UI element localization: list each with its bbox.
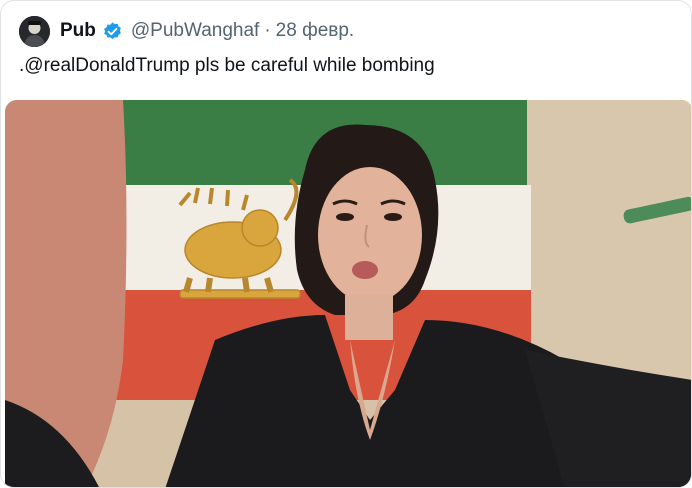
avatar-icon — [19, 15, 50, 47]
verified-badge-icon — [102, 21, 123, 42]
author-display-name[interactable]: Pub — [60, 20, 96, 42]
author-handle[interactable]: @PubWanghaf — [131, 20, 259, 42]
photo-icon — [5, 100, 691, 487]
avatar[interactable] — [19, 15, 50, 47]
tweet-text: .@realDonaldTrump pls be careful while b… — [19, 55, 435, 76]
tweet-card[interactable]: Pub @PubWanghaf · 28 февр. .@realDonaldT… — [0, 0, 692, 488]
header-separator: · — [264, 20, 271, 41]
tweet-date[interactable]: 28 февр. — [276, 20, 355, 42]
tweet-photo[interactable] — [5, 100, 691, 487]
tweet-header: Pub @PubWanghaf · 28 февр. — [19, 15, 354, 47]
